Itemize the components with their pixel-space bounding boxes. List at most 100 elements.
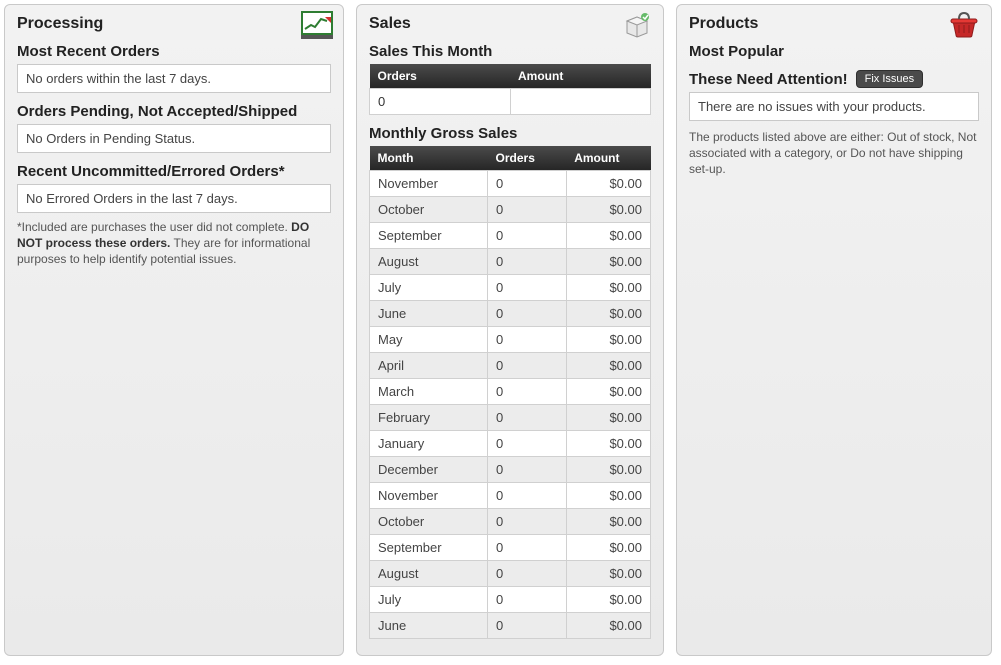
cell-month: September (370, 223, 488, 249)
cell-orders: 0 (488, 561, 567, 587)
cell-orders: 0 (488, 223, 567, 249)
table-row: June0$0.00 (370, 301, 651, 327)
recent-orders-message: No orders within the last 7 days. (17, 64, 331, 93)
table-row: May0$0.00 (370, 327, 651, 353)
cell-amount: $0.00 (566, 301, 650, 327)
cell-orders: 0 (488, 301, 567, 327)
cell-amount: $0.00 (566, 197, 650, 223)
table-row: April0$0.00 (370, 353, 651, 379)
cell-amount: $0.00 (566, 561, 650, 587)
pending-orders-heading: Orders Pending, Not Accepted/Shipped (17, 103, 331, 120)
errored-orders-note: *Included are purchases the user did not… (17, 219, 331, 268)
cell-month: December (370, 457, 488, 483)
sales-title: Sales (369, 15, 651, 33)
chart-growth-icon (301, 11, 333, 39)
cell-month: November (370, 483, 488, 509)
cell-month: August (370, 561, 488, 587)
cell-orders: 0 (488, 483, 567, 509)
shopping-basket-icon (947, 11, 981, 39)
fix-issues-button[interactable]: Fix Issues (856, 70, 924, 88)
cell-amount: $0.00 (566, 275, 650, 301)
table-row: November0$0.00 (370, 483, 651, 509)
table-row: August0$0.00 (370, 561, 651, 587)
products-panel: Products Most Popular These Need Attenti… (676, 4, 992, 656)
cell-orders: 0 (488, 587, 567, 613)
th-orders: Orders (488, 146, 567, 171)
sales-this-month-table: Orders Amount 0 (369, 64, 651, 115)
sales-panel: Sales Sales This Month Orders Amount 0 M… (356, 4, 664, 656)
cell-month: November (370, 171, 488, 197)
cell-amount: $0.00 (566, 457, 650, 483)
processing-panel: Processing Most Recent Orders No orders … (4, 4, 344, 656)
products-description: The products listed above are either: Ou… (689, 129, 979, 178)
recent-orders-heading: Most Recent Orders (17, 43, 331, 60)
cell-month: February (370, 405, 488, 431)
cell-orders: 0 (488, 379, 567, 405)
th-month: Month (370, 146, 488, 171)
cell-month: October (370, 509, 488, 535)
pending-orders-message: No Orders in Pending Status. (17, 124, 331, 153)
cell-orders: 0 (488, 613, 567, 639)
cell-amount (510, 89, 651, 115)
cell-orders: 0 (488, 249, 567, 275)
table-row: September0$0.00 (370, 535, 651, 561)
sales-this-month-heading: Sales This Month (369, 43, 651, 60)
cell-orders: 0 (488, 197, 567, 223)
cell-month: June (370, 613, 488, 639)
th-amount: Amount (566, 146, 650, 171)
products-title: Products (689, 15, 979, 33)
table-row: July0$0.00 (370, 275, 651, 301)
cell-month: August (370, 249, 488, 275)
cell-month: January (370, 431, 488, 457)
cell-month: June (370, 301, 488, 327)
table-row: December0$0.00 (370, 457, 651, 483)
table-row: October0$0.00 (370, 197, 651, 223)
th-orders: Orders (370, 64, 511, 89)
cell-amount: $0.00 (566, 379, 650, 405)
table-row: March0$0.00 (370, 379, 651, 405)
cell-amount: $0.00 (566, 171, 650, 197)
errored-orders-heading: Recent Uncommitted/Errored Orders* (17, 163, 331, 180)
most-popular-heading: Most Popular (689, 43, 979, 60)
monthly-gross-table: Month Orders Amount November0$0.00Octobe… (369, 146, 651, 639)
cell-orders: 0 (370, 89, 511, 115)
cell-orders: 0 (488, 275, 567, 301)
cell-month: April (370, 353, 488, 379)
no-issues-message: There are no issues with your products. (689, 92, 979, 121)
table-row: August0$0.00 (370, 249, 651, 275)
cell-month: May (370, 327, 488, 353)
cell-amount: $0.00 (566, 353, 650, 379)
cell-amount: $0.00 (566, 405, 650, 431)
cell-month: March (370, 379, 488, 405)
table-row: June0$0.00 (370, 613, 651, 639)
cell-amount: $0.00 (566, 223, 650, 249)
table-row: January0$0.00 (370, 431, 651, 457)
cell-month: July (370, 275, 488, 301)
cell-amount: $0.00 (566, 249, 650, 275)
attention-heading: These Need Attention! (689, 71, 848, 88)
cell-amount: $0.00 (566, 587, 650, 613)
cell-orders: 0 (488, 353, 567, 379)
cell-amount: $0.00 (566, 509, 650, 535)
cell-month: October (370, 197, 488, 223)
box-sales-icon (621, 11, 653, 39)
cell-amount: $0.00 (566, 535, 650, 561)
cell-orders: 0 (488, 327, 567, 353)
processing-title: Processing (17, 15, 331, 33)
cell-amount: $0.00 (566, 431, 650, 457)
table-row: September0$0.00 (370, 223, 651, 249)
table-row: 0 (370, 89, 651, 115)
cell-orders: 0 (488, 431, 567, 457)
table-row: November0$0.00 (370, 171, 651, 197)
errored-orders-message: No Errored Orders in the last 7 days. (17, 184, 331, 213)
cell-orders: 0 (488, 535, 567, 561)
cell-amount: $0.00 (566, 327, 650, 353)
monthly-gross-heading: Monthly Gross Sales (369, 125, 651, 142)
cell-amount: $0.00 (566, 483, 650, 509)
cell-orders: 0 (488, 405, 567, 431)
note-text-1: *Included are purchases the user did not… (17, 220, 291, 234)
cell-amount: $0.00 (566, 613, 650, 639)
table-row: July0$0.00 (370, 587, 651, 613)
cell-orders: 0 (488, 509, 567, 535)
table-row: October0$0.00 (370, 509, 651, 535)
